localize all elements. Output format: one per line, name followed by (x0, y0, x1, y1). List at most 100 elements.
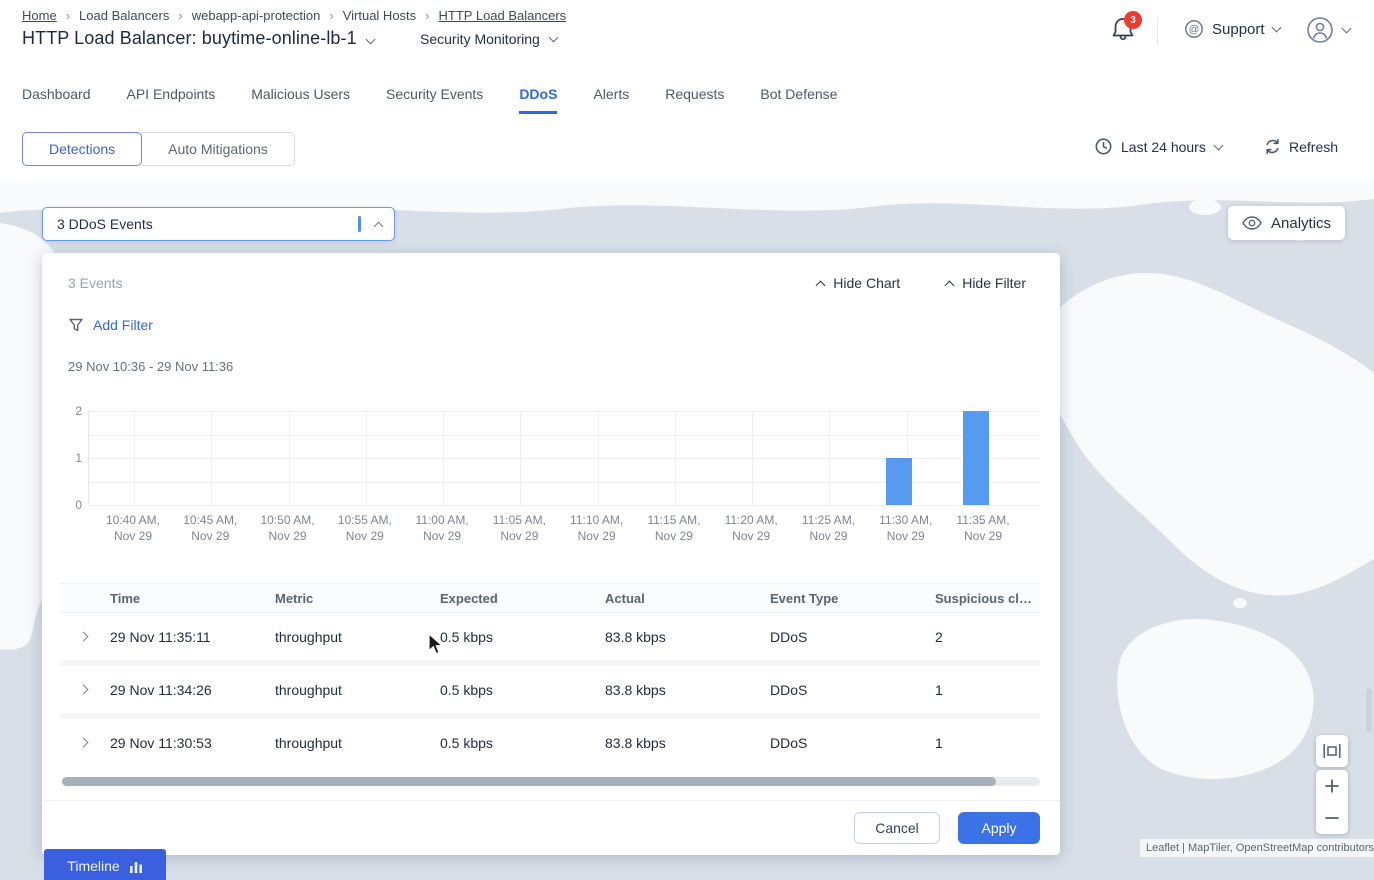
breadcrumb: Home › Load Balancers › webapp-api-protectio… (22, 8, 566, 23)
support-label: Support (1212, 21, 1265, 38)
chart-gridline (89, 505, 1040, 506)
map-zoom-out-button[interactable] (1316, 802, 1348, 834)
hide-filter-toggle[interactable]: Hide Filter (946, 275, 1026, 291)
tab-security-events[interactable]: Security Events (386, 86, 483, 114)
chart-date-range: 29 Nov 10:36 - 29 Nov 11:36 (68, 359, 233, 374)
table-row[interactable]: 29 Nov 11:35:11throughput0.5 kbps83.8 kb… (60, 613, 1040, 660)
x-axis-label: 11:35 AM,Nov 29 (948, 513, 1018, 544)
title-dropdown-toggle[interactable] (367, 30, 374, 48)
breadcrumb-item[interactable]: HTTP Load Balancers (439, 8, 567, 23)
minus-icon (1324, 810, 1340, 826)
analytics-label: Analytics (1271, 215, 1331, 232)
notification-badge: 3 (1124, 11, 1142, 29)
y-axis-label: 2 (66, 404, 82, 418)
hide-chart-toggle[interactable]: Hide Chart (817, 275, 900, 291)
column-header-metric: Metric (275, 591, 440, 606)
table-row[interactable]: 29 Nov 11:34:26throughput0.5 kbps83.8 kb… (60, 666, 1040, 713)
timeline-button[interactable]: Timeline (44, 849, 166, 880)
tab-bot-defense[interactable]: Bot Defense (760, 86, 837, 114)
chart-plot-area (88, 411, 1040, 505)
column-header-time: Time (110, 591, 275, 606)
view-selector-label: Security Monitoring (420, 31, 540, 47)
chevron-down-icon (1213, 140, 1223, 150)
fit-bounds-icon (1323, 744, 1341, 758)
x-axis-label: 11:15 AM,Nov 29 (639, 513, 709, 544)
table-cell: DDoS (770, 682, 935, 698)
apply-button[interactable]: Apply (958, 812, 1040, 844)
map-attribution: Leaflet | MapTiler, OpenStreetMap contri… (1140, 839, 1374, 857)
support-menu[interactable]: @ Support (1184, 19, 1280, 39)
expand-row-button[interactable] (60, 739, 110, 746)
table-cell: 0.5 kbps (440, 735, 605, 751)
scrollbar-thumb[interactable] (62, 777, 996, 786)
column-header-actual: Actual (605, 591, 770, 606)
breadcrumb-item[interactable]: Virtual Hosts (343, 8, 416, 23)
account-menu[interactable] (1306, 16, 1350, 44)
detections-label: Detections (49, 141, 115, 157)
chevron-right-icon (79, 632, 89, 642)
time-range-label: Last 24 hours (1121, 139, 1206, 155)
chevron-down-icon (1342, 24, 1352, 34)
table-cell: 1 (935, 682, 1040, 698)
title-row: HTTP Load Balancer: buytime-online-lb-1 (22, 28, 374, 49)
security-monitoring-page: Home › Load Balancers › webapp-api-protectio… (0, 0, 1374, 880)
ddos-events-dropdown-value: 3 DDoS Events (57, 216, 358, 232)
view-selector[interactable]: Security Monitoring (420, 31, 557, 47)
expand-row-button[interactable] (60, 686, 110, 693)
eye-icon (1242, 216, 1262, 230)
map-zoom-in-button[interactable] (1316, 770, 1348, 802)
page-scrollbar[interactable] (1366, 688, 1372, 732)
tab-malicious-users[interactable]: Malicious Users (251, 86, 350, 114)
ddos-events-panel: 3 Events Hide Chart Hide Filter Add Filt… (42, 253, 1060, 855)
chart-gridline (211, 411, 212, 505)
tab-requests[interactable]: Requests (665, 86, 724, 114)
refresh-label: Refresh (1289, 139, 1338, 155)
breadcrumb-separator: › (425, 8, 429, 23)
svg-text:@: @ (1189, 24, 1200, 36)
chart-bar[interactable] (886, 458, 912, 505)
breadcrumb-item[interactable]: webapp-api-protection (192, 8, 321, 23)
tab-ddos[interactable]: DDoS (519, 86, 557, 114)
map-fit-bounds-button[interactable] (1316, 735, 1348, 767)
chart-gridline (829, 411, 830, 505)
tab-alerts[interactable]: Alerts (593, 86, 629, 114)
header-divider (1157, 17, 1158, 45)
chevron-right-icon (79, 685, 89, 695)
notifications-button[interactable]: 3 (1110, 15, 1144, 49)
column-header-expected: Expected (440, 591, 605, 606)
analytics-button[interactable]: Analytics (1228, 206, 1345, 240)
clock-icon (1095, 138, 1112, 155)
table-cell: 83.8 kbps (605, 682, 770, 698)
breadcrumb-item[interactable]: Home (22, 8, 57, 23)
cancel-button[interactable]: Cancel (854, 812, 940, 844)
tab-api-endpoints[interactable]: API Endpoints (127, 86, 216, 114)
add-filter-button[interactable]: Add Filter (68, 317, 153, 333)
expand-row-button[interactable] (60, 633, 110, 640)
auto-mitigations-toggle[interactable]: Auto Mitigations (142, 132, 295, 166)
ddos-events-dropdown[interactable]: 3 DDoS Events (42, 207, 395, 241)
page-title: HTTP Load Balancer: buytime-online-lb-1 (22, 28, 357, 49)
map-zoom-controls (1316, 770, 1348, 834)
table-cell: 1 (935, 735, 1040, 751)
x-axis-label: 11:20 AM,Nov 29 (716, 513, 786, 544)
breadcrumb-item[interactable]: Load Balancers (79, 8, 169, 23)
breadcrumb-separator: › (178, 8, 182, 23)
chevron-right-icon (79, 738, 89, 748)
chart-gridline (598, 411, 599, 505)
x-axis-label: 11:30 AM,Nov 29 (871, 513, 941, 544)
tab-dashboard[interactable]: Dashboard (22, 86, 91, 114)
events-table-body: 29 Nov 11:35:11throughput0.5 kbps83.8 kb… (60, 613, 1040, 766)
x-axis-label: 11:05 AM,Nov 29 (484, 513, 554, 544)
hide-chart-label: Hide Chart (833, 275, 900, 291)
x-axis-label: 10:45 AM,Nov 29 (175, 513, 245, 544)
y-axis-label: 0 (66, 498, 82, 512)
table-horizontal-scrollbar[interactable] (62, 777, 1040, 786)
chart-gridline (289, 411, 290, 505)
tab-bar: Dashboard API Endpoints Malicious Users Sec… (22, 86, 837, 114)
chart-gridline (366, 411, 367, 505)
table-row[interactable]: 29 Nov 11:30:53throughput0.5 kbps83.8 kb… (60, 719, 1040, 766)
time-range-selector[interactable]: Last 24 hours (1095, 138, 1222, 155)
detections-toggle[interactable]: Detections (22, 132, 142, 166)
refresh-button[interactable]: Refresh (1264, 138, 1338, 155)
chart-bar[interactable] (963, 411, 989, 505)
